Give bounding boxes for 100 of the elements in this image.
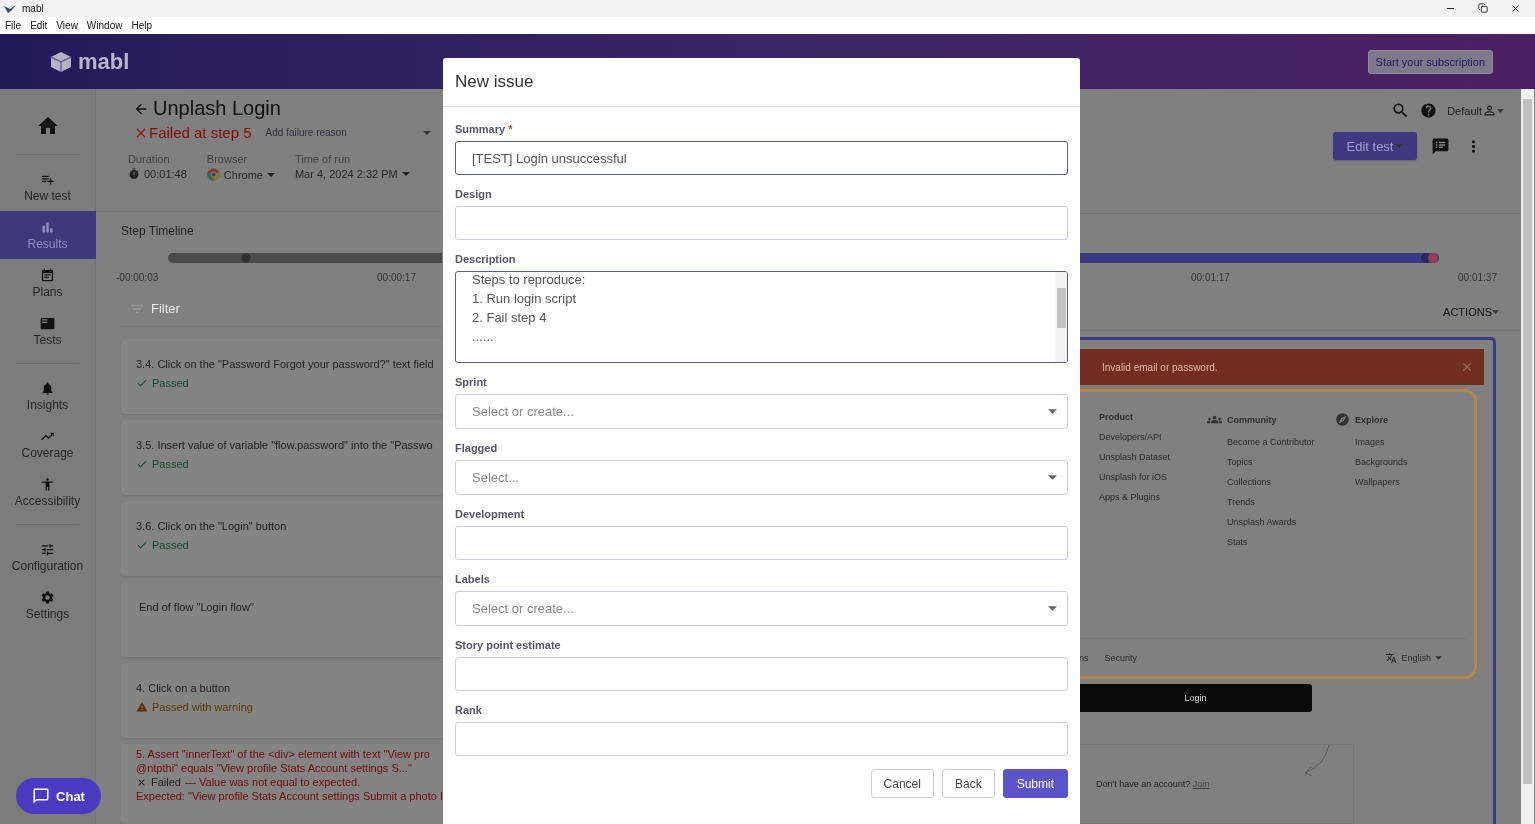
failure-reason-select[interactable]: Add failure reason — [265, 127, 431, 138]
page-scrollbar[interactable] — [1521, 89, 1534, 824]
meta-label: Browser — [206, 153, 249, 165]
caret-icon — [1048, 475, 1057, 480]
caret-icon — [1395, 144, 1404, 148]
step-card[interactable] — [121, 744, 442, 824]
subscription-button[interactable]: Start your subscription — [1367, 49, 1493, 74]
actions-menu[interactable]: ACTIONS — [1443, 306, 1499, 319]
close-icon[interactable] — [1510, 3, 1521, 14]
caret-icon — [1497, 108, 1504, 113]
submit-button[interactable]: Submit — [1002, 769, 1068, 798]
filter-field[interactable]: Filter — [129, 300, 180, 317]
step-status: Passed — [152, 539, 189, 551]
text-field[interactable] — [455, 657, 1068, 691]
settings-icon — [40, 589, 55, 605]
field-label: Story point estimate — [455, 639, 562, 651]
footer-link[interactable]: Backgrounds — [1335, 457, 1463, 467]
caret-icon[interactable] — [401, 172, 410, 176]
menu-item[interactable]: Edit — [30, 20, 48, 31]
footer-link[interactable]: Wallpapers — [1335, 477, 1463, 487]
footer-link[interactable]: ns — [1079, 652, 1089, 663]
sidebar-item[interactable]: Coverage — [0, 420, 96, 468]
step-card[interactable]: 4. Click on a button Passed with warning — [121, 663, 442, 738]
select-field[interactable]: Select... — [455, 460, 1068, 495]
list-icon — [40, 315, 55, 331]
help-icon[interactable] — [1420, 102, 1438, 119]
step-card[interactable]: End of flow "Login flow" — [121, 582, 442, 657]
footer-link[interactable]: Unsplash Awards — [1207, 517, 1335, 527]
text-field[interactable] — [455, 722, 1068, 756]
text-line: 1. Run login script — [472, 290, 578, 308]
text-field[interactable] — [455, 206, 1068, 240]
check-icon — [136, 377, 148, 389]
footer-link[interactable]: Stats — [1207, 537, 1335, 547]
caret-icon — [422, 130, 431, 135]
footer-link[interactable]: Unsplash for iOS — [1079, 472, 1207, 482]
step-card[interactable]: 3.4. Click on the "Password Forgot your password?" text field Passed — [121, 339, 442, 414]
app-logo: mabl — [78, 48, 130, 75]
step-title: 5. Assert "innerText" of the <div> element with text "View pro — [136, 748, 431, 760]
compass-icon — [1335, 412, 1350, 427]
select-field[interactable]: Select or create... — [455, 591, 1068, 626]
text-area[interactable]: Steps to reproduce: 1. Run login script 2. Fail step 4 ...... — [455, 271, 1068, 363]
footer-link[interactable]: Developers/API — [1079, 432, 1207, 442]
field-label: Flagged — [455, 442, 499, 454]
sidebar-item[interactable]: Accessibility — [0, 468, 96, 516]
accessibility-icon — [40, 476, 55, 492]
field-label: Sprint — [455, 376, 488, 388]
sidebar-item[interactable]: Plans — [0, 259, 96, 307]
language-select[interactable]: English — [1385, 651, 1442, 664]
footer-link[interactable]: Security — [1104, 652, 1138, 663]
timer-icon — [128, 168, 140, 180]
test-title: Unplash Login — [153, 97, 281, 120]
app-logo-icon — [4, 4, 16, 13]
footer-link[interactable]: Unsplash Dataset — [1079, 452, 1207, 462]
caret-icon[interactable] — [266, 172, 275, 177]
footer-link[interactable]: Topics — [1207, 457, 1335, 467]
sidebar-item[interactable]: Configuration — [0, 533, 96, 581]
menu-item[interactable]: Help — [131, 20, 152, 31]
chat-button[interactable]: Chat — [16, 778, 101, 814]
menu-item[interactable]: Window — [86, 20, 123, 31]
failure-status: Failed at step 5 — [149, 124, 252, 141]
warning-icon — [136, 701, 148, 713]
sidebar-item[interactable]: New test — [0, 163, 96, 211]
login-button[interactable]: Login — [1079, 684, 1312, 712]
footer-link[interactable]: Become a Contributor — [1207, 437, 1335, 447]
select-field[interactable]: Select or create... — [455, 394, 1068, 429]
footer-link[interactable]: Trends — [1207, 497, 1335, 507]
workspace-menu[interactable]: Default — [1447, 103, 1504, 118]
cube-logo-icon — [50, 50, 72, 73]
meta-value: Mar 4, 2024 2:32 PM — [294, 168, 398, 180]
sidebar-item[interactable]: Tests — [0, 307, 96, 355]
window-title: mabl — [22, 3, 44, 14]
step-title: @ntpthi" equals "View profile Stats Account settings S..." — [136, 762, 413, 774]
check-icon — [136, 458, 148, 470]
step-card[interactable]: 3.6. Click on the "Login" button Passed — [121, 501, 442, 576]
menu-item[interactable]: View — [56, 20, 78, 31]
caret-icon — [1492, 310, 1499, 315]
dialog-button[interactable]: Cancel — [870, 769, 934, 798]
scrollbar[interactable] — [1055, 272, 1067, 362]
menu-item[interactable]: File — [5, 20, 22, 31]
edit-test-button[interactable]: Edit test — [1333, 132, 1417, 160]
restore-icon[interactable] — [1478, 3, 1488, 13]
text-field[interactable] — [455, 526, 1068, 560]
text-line: ...... — [472, 328, 495, 346]
text-field[interactable]: [TEST] Login unsuccessful — [455, 141, 1068, 175]
person-icon — [1482, 103, 1497, 118]
column-heading: Explore — [1355, 414, 1388, 425]
section-title: Step Timeline — [121, 223, 195, 238]
sidebar-item[interactable]: Results — [0, 211, 96, 259]
error-message: Invalid email or password. — [1102, 361, 1218, 373]
footer-link[interactable]: Images — [1335, 437, 1463, 447]
text-line: Steps to reproduce: — [472, 272, 587, 289]
caret-icon — [1048, 606, 1057, 611]
notes-icon[interactable] — [1431, 136, 1450, 156]
sidebar-item[interactable]: Insights — [0, 372, 96, 420]
step-card[interactable]: 3.5. Insert value of variable "flow.password" into the "Passwo Passed — [121, 420, 442, 495]
footer-link[interactable]: Collections — [1207, 477, 1335, 487]
field-label: Labels — [455, 573, 491, 585]
sidebar-item[interactable]: Settings — [0, 581, 96, 629]
footer-link[interactable]: Apps & Plugins — [1079, 492, 1207, 502]
dialog-button[interactable]: Back — [941, 769, 995, 798]
